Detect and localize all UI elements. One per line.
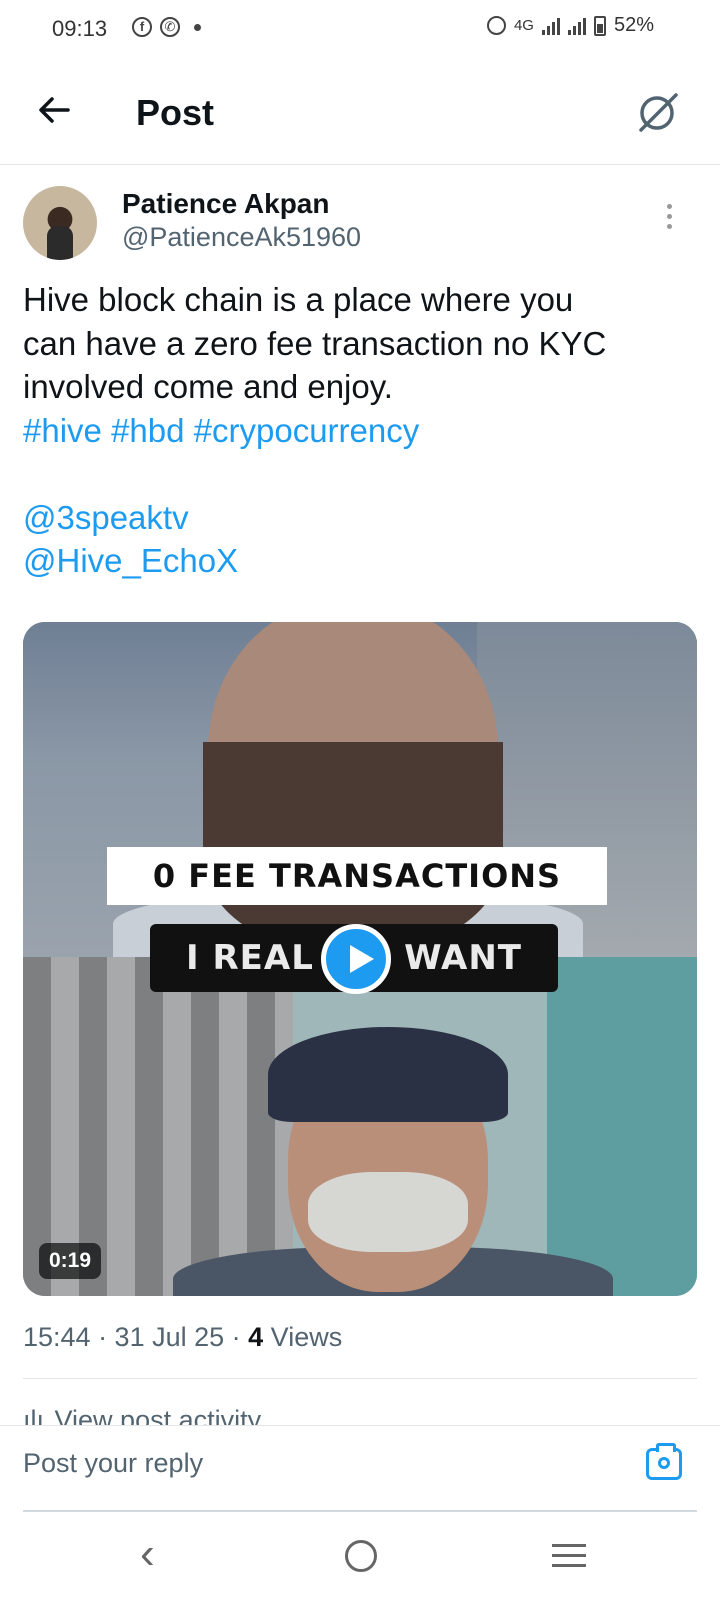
hashtag-link[interactable]: #hbd [111,412,184,449]
system-nav-bar: ‹ [0,1512,720,1600]
status-bar: 09:13 f ✆ 4G 52% [0,0,720,62]
video-caption-left: I REAL [186,938,314,978]
post-text: Hive block chain is a place where you ca… [23,278,683,583]
status-time: 09:13 [52,16,108,41]
battery-icon [593,15,606,36]
signal-icon-2 [567,17,586,35]
nav-home-icon[interactable] [345,1540,377,1572]
mention-link[interactable]: @Hive_EchoX [23,542,238,579]
video-duration: 0:19 [39,1243,102,1279]
notification-icons: f ✆ [132,17,201,37]
activity-label: View post activity [54,1405,262,1425]
more-notifications-icon [194,23,201,31]
signal-icon [541,17,560,35]
views-label: Views [263,1322,343,1352]
hashtag-link[interactable]: #crypocurrency [194,412,420,449]
camera-icon[interactable] [646,1443,682,1480]
divider [23,1378,697,1379]
alarm-icon [486,16,506,35]
grok-icon[interactable] [636,90,680,134]
nav-recents-icon[interactable] [552,1544,586,1570]
top-app-bar: Post [0,62,720,165]
post-meta: 15:44 · 31 Jul 25 · 4 Views [23,1322,342,1353]
reply-input[interactable]: Post your reply [23,1448,203,1479]
nav-back-icon[interactable]: ‹ [140,1532,170,1576]
video-frame-top [23,622,697,972]
hashtag-link[interactable]: #hive [23,412,102,449]
analytics-icon: ılı [23,1405,45,1425]
page-title: Post [136,92,215,133]
back-arrow-icon[interactable] [34,90,74,130]
views-count: 4 [248,1322,264,1352]
video-caption-right: WANT [404,938,522,978]
reply-bar: Post your reply [0,1425,720,1514]
mention-link[interactable]: @3speaktv [23,499,189,536]
author-name[interactable]: Patience Akpan [122,188,329,220]
author-handle[interactable]: @PatienceAk51960 [122,222,361,253]
battery-percent: 52% [613,14,654,36]
network-type: 4G [513,17,534,34]
more-options-icon[interactable] [664,204,674,232]
view-post-activity[interactable]: ılı View post activity [23,1405,261,1425]
video-caption-top: 0 FEE TRANSACTIONS [107,847,607,905]
video-player[interactable]: 0 FEE TRANSACTIONS I REAL WANT 0:19 [23,622,697,1296]
whatsapp-icon: ✆ [160,17,180,37]
post-text-line: Hive block chain is a place where you [23,281,574,318]
avatar[interactable] [23,186,97,260]
post-text-line: involved come and enjoy. [23,368,393,405]
post-timestamp: 15:44 · 31 Jul 25 · [23,1322,249,1352]
play-icon[interactable] [321,924,391,994]
hashtags-line: #hive #hbd #crypocurrency [23,409,683,453]
facebook-icon: f [132,17,152,37]
post-text-line: can have a zero fee transaction no KYC [23,324,607,362]
video-frame-bottom [23,957,697,1296]
system-icons: 4G 52% [486,14,654,37]
